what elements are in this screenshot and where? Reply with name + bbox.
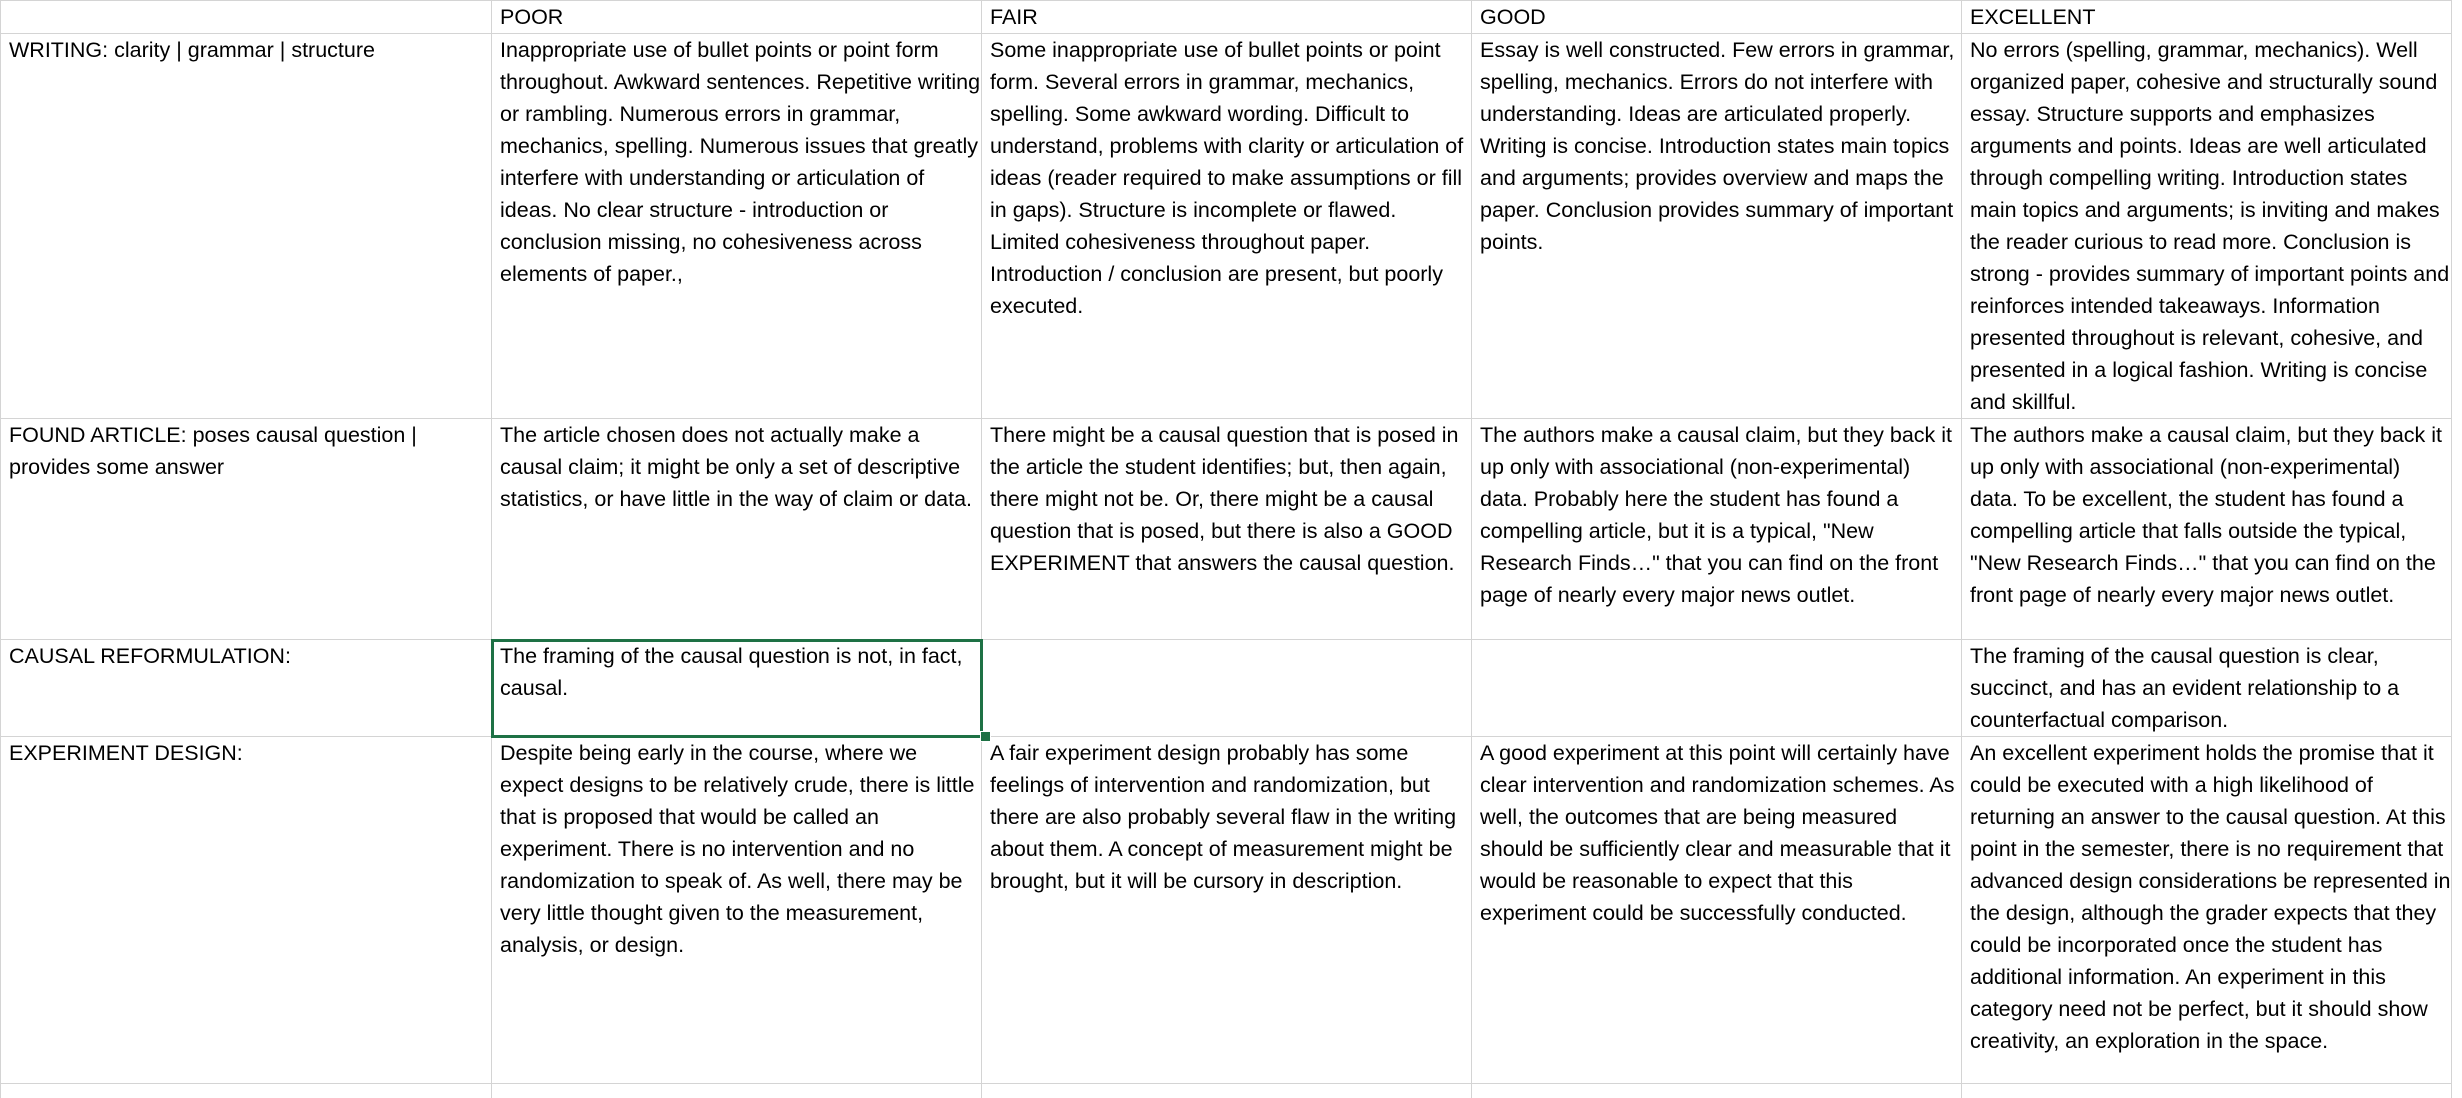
empty-cell[interactable]	[491, 1083, 982, 1098]
cell-a1[interactable]	[0, 0, 492, 34]
excellent-cell[interactable]: No errors (spelling, grammar, mechanics)…	[1961, 33, 2452, 419]
good-cell[interactable]: A good experiment at this point will cer…	[1471, 736, 1962, 1084]
fill-handle[interactable]	[980, 731, 991, 742]
good-cell[interactable]: Essay is well constructed. Few errors in…	[1471, 33, 1962, 419]
empty-cell[interactable]	[1961, 1083, 2452, 1098]
good-cell[interactable]	[1471, 639, 1962, 737]
criterion-cell[interactable]: WRITING: clarity | grammar | structure	[0, 33, 492, 419]
fair-cell[interactable]: A fair experiment design probably has so…	[981, 736, 1472, 1084]
empty-cell[interactable]	[0, 1083, 492, 1098]
header-poor[interactable]: POOR	[491, 0, 982, 34]
fair-cell[interactable]	[981, 639, 1472, 737]
row-found-article: FOUND ARTICLE: poses causal question | p…	[0, 418, 2452, 640]
spreadsheet-grid: POOR FAIR GOOD EXCELLENT WRITING: clarit…	[0, 0, 2462, 1098]
criterion-cell[interactable]: EXPERIMENT DESIGN:	[0, 736, 492, 1084]
selected-cell[interactable]: The framing of the causal question is no…	[490, 638, 983, 738]
excellent-cell[interactable]: The authors make a causal claim, but the…	[1961, 418, 2452, 640]
poor-cell[interactable]: Inappropriate use of bullet points or po…	[491, 33, 982, 419]
empty-row	[0, 1083, 2452, 1098]
header-good[interactable]: GOOD	[1471, 0, 1962, 34]
header-excellent[interactable]: EXCELLENT	[1961, 0, 2452, 34]
rubric-table: POOR FAIR GOOD EXCELLENT WRITING: clarit…	[0, 0, 2452, 1098]
criterion-cell[interactable]: CAUSAL REFORMULATION:	[0, 639, 492, 737]
header-fair[interactable]: FAIR	[981, 0, 1472, 34]
poor-cell[interactable]: Despite being early in the course, where…	[491, 736, 982, 1084]
excellent-cell[interactable]: An excellent experiment holds the promis…	[1961, 736, 2452, 1084]
header-row: POOR FAIR GOOD EXCELLENT	[0, 0, 2452, 34]
row-experiment-design: EXPERIMENT DESIGN: Despite being early i…	[0, 736, 2452, 1084]
row-writing: WRITING: clarity | grammar | structure I…	[0, 33, 2452, 419]
fair-cell[interactable]: Some inappropriate use of bullet points …	[981, 33, 1472, 419]
row-causal-reformulation: CAUSAL REFORMULATION: The framing of the…	[0, 638, 2452, 738]
fair-cell[interactable]: There might be a causal question that is…	[981, 418, 1472, 640]
excellent-cell[interactable]: The framing of the causal question is cl…	[1961, 639, 2452, 737]
empty-cell[interactable]	[1471, 1083, 1962, 1098]
empty-cell[interactable]	[981, 1083, 1472, 1098]
criterion-cell[interactable]: FOUND ARTICLE: poses causal question | p…	[0, 418, 492, 640]
poor-cell[interactable]: The article chosen does not actually mak…	[491, 418, 982, 640]
good-cell[interactable]: The authors make a causal claim, but the…	[1471, 418, 1962, 640]
